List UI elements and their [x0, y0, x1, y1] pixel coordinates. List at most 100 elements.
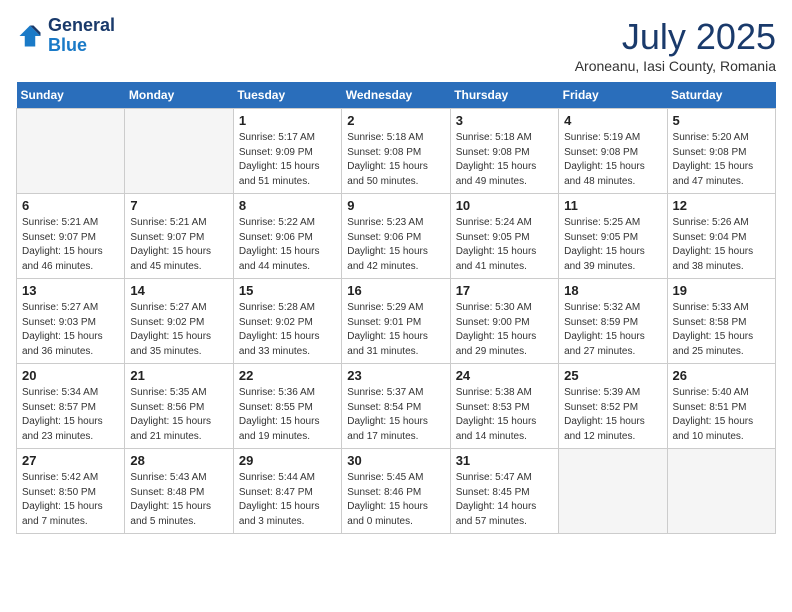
day-number: 26 — [673, 368, 770, 383]
calendar-cell: 29Sunrise: 5:44 AM Sunset: 8:47 PM Dayli… — [233, 449, 341, 534]
day-detail: Sunrise: 5:38 AM Sunset: 8:53 PM Dayligh… — [456, 386, 553, 444]
calendar-cell: 26 Sunrise: 5:40 AM Sunset: 8:51 PM Dayli… — [667, 364, 775, 449]
day-detail: Sunrise: 5:43 AM Sunset: 8:48 PM Dayligh… — [130, 471, 227, 529]
day-detail: Sunrise: 5:37 AM Sunset: 8:54 PM Dayligh… — [347, 386, 444, 444]
calendar-cell: 22Sunrise: 5:36 AM Sunset: 8:55 PM Dayli… — [233, 364, 341, 449]
day-number: 7 — [130, 198, 227, 213]
calendar-cell: 12 Sunrise: 5:26 AM Sunset: 9:04 PM Dayli… — [667, 194, 775, 279]
calendar-cell: 17 Sunrise: 5:30 AM Sunset: 9:00 PM Dayli… — [450, 279, 558, 364]
calendar-cell: 18 Sunrise: 5:32 AM Sunset: 8:59 PM Dayli… — [559, 279, 667, 364]
calendar-cell: 8Sunrise: 5:22 AM Sunset: 9:06 PM Daylig… — [233, 194, 341, 279]
calendar-cell: 16 Sunrise: 5:29 AM Sunset: 9:01 PM Dayli… — [342, 279, 450, 364]
day-detail: Sunrise: 5:26 AM Sunset: 9:04 PM Dayligh… — [673, 216, 770, 274]
day-detail: Sunrise: 5:29 AM Sunset: 9:01 PM Dayligh… — [347, 301, 444, 359]
calendar-cell: 28 Sunrise: 5:43 AM Sunset: 8:48 PM Dayli… — [125, 449, 233, 534]
day-number: 6 — [22, 198, 119, 213]
day-detail: Sunrise: 5:21 AM Sunset: 9:07 PM Dayligh… — [22, 216, 119, 274]
day-number: 28 — [130, 453, 227, 468]
day-number: 17 — [456, 283, 553, 298]
weekday-header: Friday — [559, 82, 667, 109]
page-header: General Blue July 2025 Aroneanu, Iasi Co… — [16, 16, 776, 74]
day-detail: Sunrise: 5:19 AM Sunset: 9:08 PM Dayligh… — [564, 131, 661, 189]
calendar-cell: 30Sunrise: 5:45 AM Sunset: 8:46 PM Dayli… — [342, 449, 450, 534]
calendar-cell: 19 Sunrise: 5:33 AM Sunset: 8:58 PM Dayli… — [667, 279, 775, 364]
day-number: 15 — [239, 283, 336, 298]
day-detail: Sunrise: 5:27 AM Sunset: 9:02 PM Dayligh… — [130, 301, 227, 359]
day-detail: Sunrise: 5:30 AM Sunset: 9:00 PM Dayligh… — [456, 301, 553, 359]
calendar-cell: 1 Sunrise: 5:17 AM Sunset: 9:09 PM Daylig… — [233, 109, 341, 194]
calendar-cell: 21 Sunrise: 5:35 AM Sunset: 8:56 PM Dayli… — [125, 364, 233, 449]
calendar-week-row: 1 Sunrise: 5:17 AM Sunset: 9:09 PM Daylig… — [17, 109, 776, 194]
day-number: 25 — [564, 368, 661, 383]
day-detail: Sunrise: 5:39 AM Sunset: 8:52 PM Dayligh… — [564, 386, 661, 444]
calendar-week-row: 6 Sunrise: 5:21 AM Sunset: 9:07 PM Daylig… — [17, 194, 776, 279]
day-detail: Sunrise: 5:35 AM Sunset: 8:56 PM Dayligh… — [130, 386, 227, 444]
day-detail: Sunrise: 5:42 AM Sunset: 8:50 PM Dayligh… — [22, 471, 119, 529]
day-detail: Sunrise: 5:25 AM Sunset: 9:05 PM Dayligh… — [564, 216, 661, 274]
day-detail: Sunrise: 5:18 AM Sunset: 9:08 PM Dayligh… — [456, 131, 553, 189]
day-detail: Sunrise: 5:34 AM Sunset: 8:57 PM Dayligh… — [22, 386, 119, 444]
day-detail: Sunrise: 5:32 AM Sunset: 8:59 PM Dayligh… — [564, 301, 661, 359]
calendar-cell: 31 Sunrise: 5:47 AM Sunset: 8:45 PM Dayli… — [450, 449, 558, 534]
weekday-header: Tuesday — [233, 82, 341, 109]
day-detail: Sunrise: 5:36 AM Sunset: 8:55 PM Dayligh… — [239, 386, 336, 444]
day-number: 14 — [130, 283, 227, 298]
weekday-header: Thursday — [450, 82, 558, 109]
weekday-header-row: SundayMondayTuesdayWednesdayThursdayFrid… — [17, 82, 776, 109]
day-number: 16 — [347, 283, 444, 298]
calendar-table: SundayMondayTuesdayWednesdayThursdayFrid… — [16, 82, 776, 534]
day-detail: Sunrise: 5:45 AM Sunset: 8:46 PM Dayligh… — [347, 471, 444, 529]
calendar-week-row: 20 Sunrise: 5:34 AM Sunset: 8:57 PM Dayli… — [17, 364, 776, 449]
day-number: 21 — [130, 368, 227, 383]
day-detail: Sunrise: 5:33 AM Sunset: 8:58 PM Dayligh… — [673, 301, 770, 359]
day-number: 11 — [564, 198, 661, 213]
day-detail: Sunrise: 5:27 AM Sunset: 9:03 PM Dayligh… — [22, 301, 119, 359]
day-detail: Sunrise: 5:47 AM Sunset: 8:45 PM Dayligh… — [456, 471, 553, 529]
calendar-cell: 13 Sunrise: 5:27 AM Sunset: 9:03 PM Dayli… — [17, 279, 125, 364]
day-number: 13 — [22, 283, 119, 298]
calendar-cell: 2Sunrise: 5:18 AM Sunset: 9:08 PM Daylig… — [342, 109, 450, 194]
calendar-cell — [667, 449, 775, 534]
calendar-cell: 6 Sunrise: 5:21 AM Sunset: 9:07 PM Daylig… — [17, 194, 125, 279]
calendar-cell: 3 Sunrise: 5:18 AM Sunset: 9:08 PM Daylig… — [450, 109, 558, 194]
calendar-cell: 9Sunrise: 5:23 AM Sunset: 9:06 PM Daylig… — [342, 194, 450, 279]
calendar-cell: 20 Sunrise: 5:34 AM Sunset: 8:57 PM Dayli… — [17, 364, 125, 449]
title-block: July 2025 Aroneanu, Iasi County, Romania — [575, 16, 776, 74]
day-number: 20 — [22, 368, 119, 383]
calendar-cell: 5Sunrise: 5:20 AM Sunset: 9:08 PM Daylig… — [667, 109, 775, 194]
day-number: 29 — [239, 453, 336, 468]
day-number: 4 — [564, 113, 661, 128]
calendar-cell: 15Sunrise: 5:28 AM Sunset: 9:02 PM Dayli… — [233, 279, 341, 364]
day-detail: Sunrise: 5:18 AM Sunset: 9:08 PM Dayligh… — [347, 131, 444, 189]
day-number: 23 — [347, 368, 444, 383]
calendar-cell: 10Sunrise: 5:24 AM Sunset: 9:05 PM Dayli… — [450, 194, 558, 279]
logo-text: General Blue — [48, 16, 115, 56]
day-detail: Sunrise: 5:23 AM Sunset: 9:06 PM Dayligh… — [347, 216, 444, 274]
day-detail: Sunrise: 5:20 AM Sunset: 9:08 PM Dayligh… — [673, 131, 770, 189]
day-number: 1 — [239, 113, 336, 128]
day-number: 12 — [673, 198, 770, 213]
calendar-cell: 11 Sunrise: 5:25 AM Sunset: 9:05 PM Dayli… — [559, 194, 667, 279]
day-number: 27 — [22, 453, 119, 468]
calendar-cell — [17, 109, 125, 194]
day-detail: Sunrise: 5:24 AM Sunset: 9:05 PM Dayligh… — [456, 216, 553, 274]
calendar-cell: 23 Sunrise: 5:37 AM Sunset: 8:54 PM Dayli… — [342, 364, 450, 449]
day-detail: Sunrise: 5:17 AM Sunset: 9:09 PM Dayligh… — [239, 131, 336, 189]
day-number: 3 — [456, 113, 553, 128]
calendar-week-row: 27 Sunrise: 5:42 AM Sunset: 8:50 PM Dayli… — [17, 449, 776, 534]
logo-icon — [16, 22, 44, 50]
day-number: 31 — [456, 453, 553, 468]
day-number: 19 — [673, 283, 770, 298]
weekday-header: Saturday — [667, 82, 775, 109]
day-detail: Sunrise: 5:21 AM Sunset: 9:07 PM Dayligh… — [130, 216, 227, 274]
weekday-header: Sunday — [17, 82, 125, 109]
calendar-cell: 14 Sunrise: 5:27 AM Sunset: 9:02 PM Dayli… — [125, 279, 233, 364]
calendar-week-row: 13 Sunrise: 5:27 AM Sunset: 9:03 PM Dayli… — [17, 279, 776, 364]
calendar-cell: 24 Sunrise: 5:38 AM Sunset: 8:53 PM Dayli… — [450, 364, 558, 449]
calendar-cell: 4 Sunrise: 5:19 AM Sunset: 9:08 PM Daylig… — [559, 109, 667, 194]
day-number: 8 — [239, 198, 336, 213]
day-number: 18 — [564, 283, 661, 298]
logo: General Blue — [16, 16, 115, 56]
day-number: 24 — [456, 368, 553, 383]
day-detail: Sunrise: 5:40 AM Sunset: 8:51 PM Dayligh… — [673, 386, 770, 444]
